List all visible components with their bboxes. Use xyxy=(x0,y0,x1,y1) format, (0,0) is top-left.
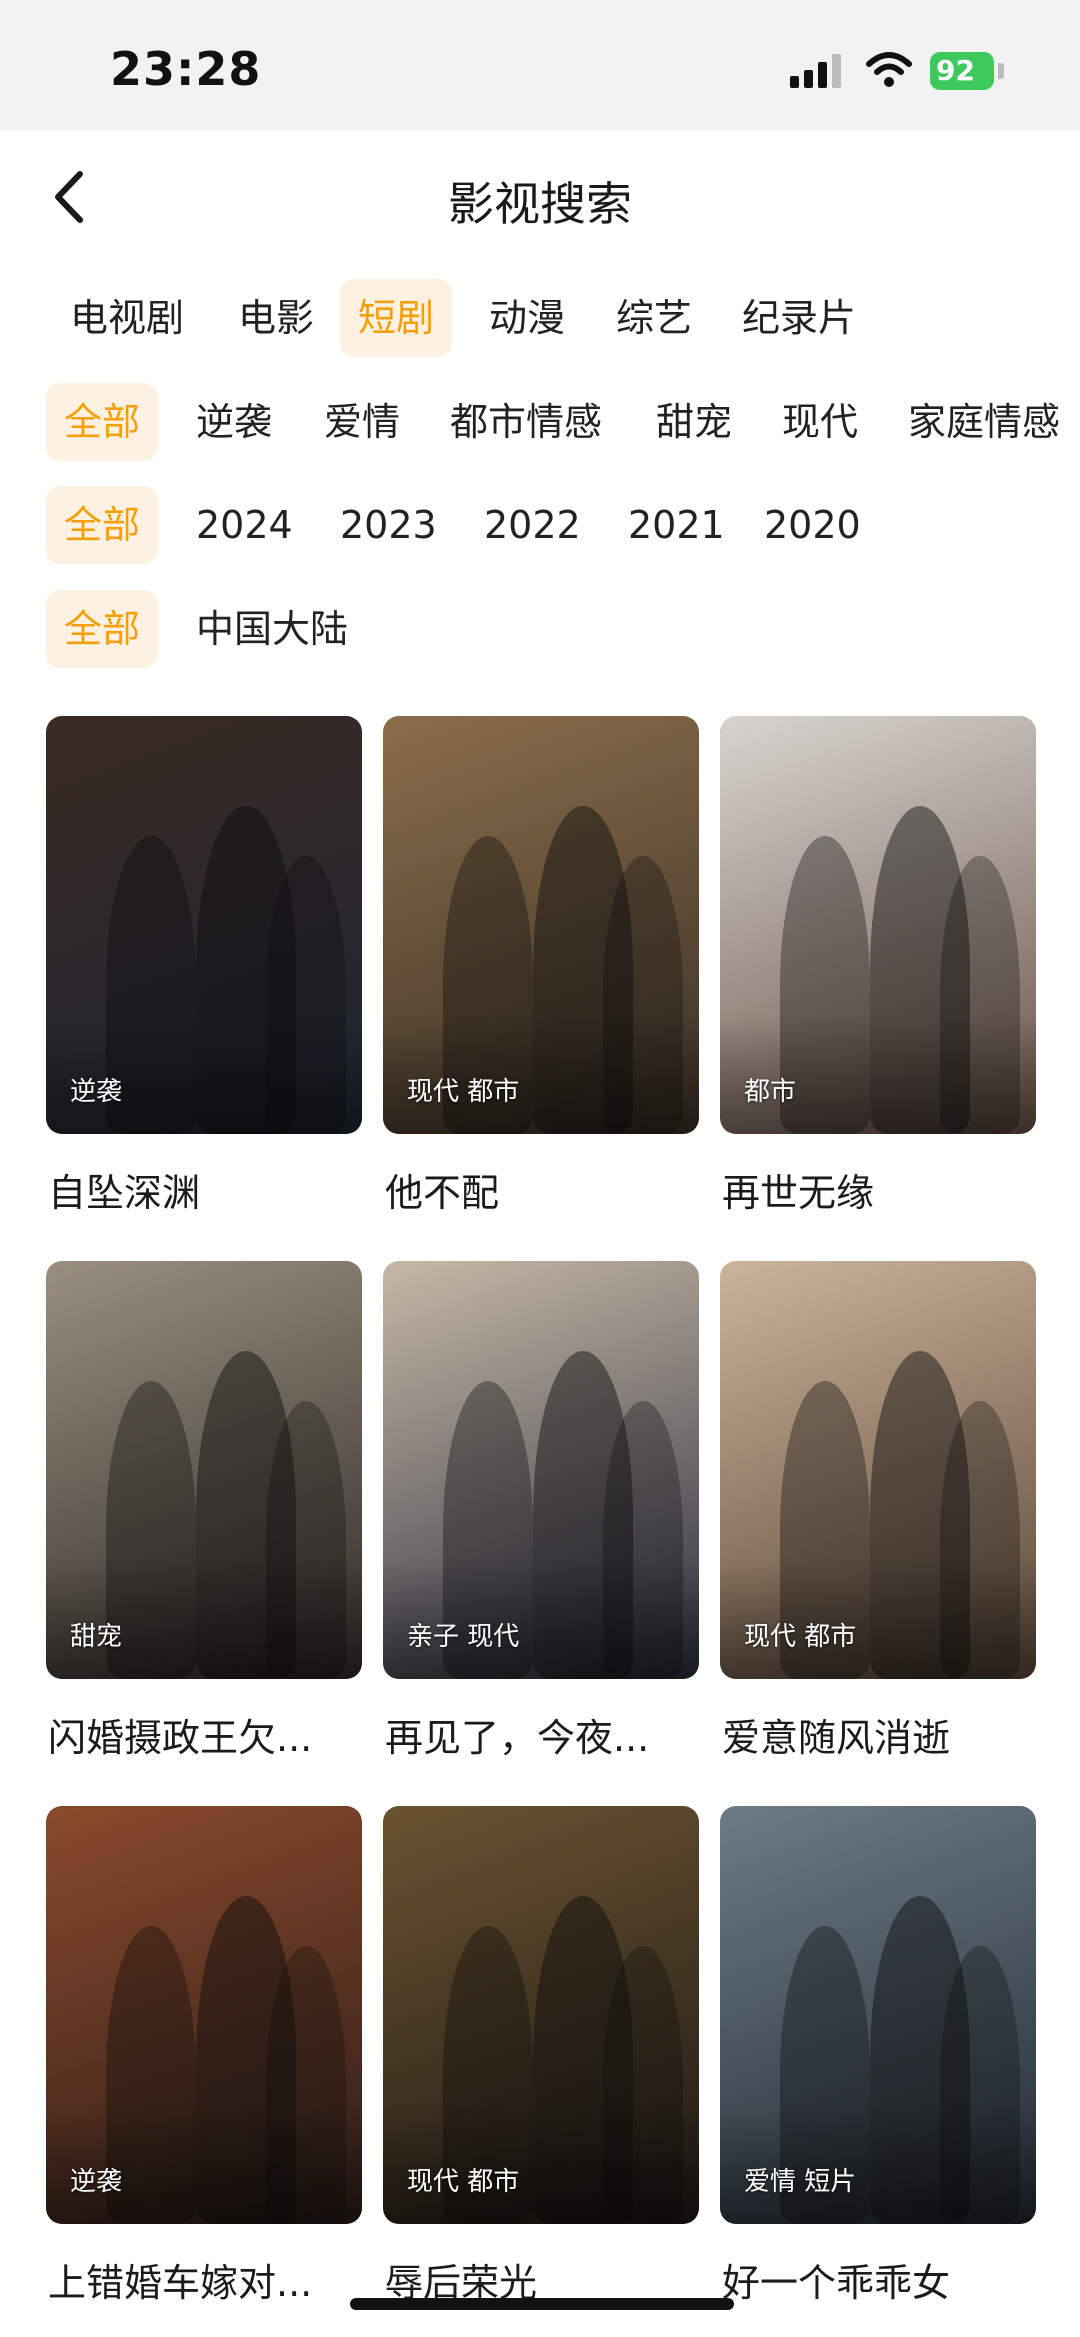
poster-image[interactable]: 都市 xyxy=(720,716,1036,1134)
year-all[interactable]: 全部 xyxy=(46,486,159,564)
genre-tag: 逆袭 xyxy=(70,2167,123,2197)
poster-image[interactable]: 逆袭 xyxy=(46,1806,362,2224)
genre-modern[interactable]: 现代 xyxy=(764,383,876,461)
genre-urban-emotion[interactable]: 都市情感 xyxy=(432,383,620,461)
category-tabs: 电视剧 电影 短剧 动漫 综艺 纪录片 xyxy=(0,279,1080,359)
genre-sweet[interactable]: 甜宠 xyxy=(638,383,750,461)
genre-tag: 现代 都市 xyxy=(744,1622,857,1652)
drama-title[interactable]: 再世无缘 xyxy=(722,1162,874,1217)
battery-indicator: 92 xyxy=(930,52,994,90)
poster-image[interactable]: 爱情 短片 xyxy=(720,1806,1036,2224)
poster-image[interactable]: 逆袭 xyxy=(46,716,362,1134)
tab-tv-series[interactable]: 电视剧 xyxy=(52,279,202,357)
poster-image[interactable]: 现代 都市 xyxy=(720,1261,1036,1679)
tab-movie[interactable]: 电影 xyxy=(220,279,332,357)
genre-tag: 现代 都市 xyxy=(407,1077,520,1107)
year-2024[interactable]: 2024 xyxy=(178,486,311,564)
genre-tag: 现代 都市 xyxy=(407,2167,520,2197)
year-2022[interactable]: 2022 xyxy=(466,486,599,564)
page-title: 影视搜索 xyxy=(448,177,632,231)
genre-comeback[interactable]: 逆袭 xyxy=(178,383,290,461)
year-2023[interactable]: 2023 xyxy=(322,486,455,564)
tab-anime[interactable]: 动漫 xyxy=(471,279,583,357)
genre-tag: 逆袭 xyxy=(70,1077,123,1107)
tab-variety[interactable]: 综艺 xyxy=(598,279,710,357)
genre-romance[interactable]: 爱情 xyxy=(306,383,418,461)
genre-tag: 都市 xyxy=(744,1077,797,1107)
cellular-signal-icon xyxy=(790,54,841,88)
drama-title[interactable]: 爱意随风消逝 xyxy=(722,1707,950,1762)
drama-title[interactable]: 他不配 xyxy=(385,1162,499,1217)
drama-title[interactable]: 上错婚车嫁对... xyxy=(48,2252,312,2307)
genre-tag: 甜宠 xyxy=(70,1622,123,1652)
genre-tag: 爱情 短片 xyxy=(744,2167,857,2197)
region-all[interactable]: 全部 xyxy=(46,590,159,668)
year-filter: 全部 2024 2023 2022 2021 2020 xyxy=(0,486,1080,566)
genre-tag: 亲子 现代 xyxy=(407,1622,520,1652)
tab-documentary[interactable]: 纪录片 xyxy=(724,279,874,357)
nav-header: 影视搜索 xyxy=(0,130,1080,260)
tab-short-drama[interactable]: 短剧 xyxy=(340,279,453,357)
region-mainland-china[interactable]: 中国大陆 xyxy=(178,590,366,668)
region-filter: 全部 中国大陆 xyxy=(0,590,1080,670)
status-time: 23:28 xyxy=(110,42,262,96)
genre-family-emotion[interactable]: 家庭情感 xyxy=(890,383,1078,461)
battery-level: 92 xyxy=(936,54,975,87)
battery-tip xyxy=(998,63,1004,79)
home-indicator xyxy=(350,2298,734,2310)
status-bar: 23:28 92 xyxy=(0,0,1080,130)
poster-image[interactable]: 亲子 现代 xyxy=(383,1261,699,1679)
poster-image[interactable]: 甜宠 xyxy=(46,1261,362,1679)
drama-title[interactable]: 好一个乖乖女 xyxy=(722,2252,950,2307)
poster-image[interactable]: 现代 都市 xyxy=(383,1806,699,2224)
drama-title[interactable]: 再见了，今夜... xyxy=(385,1707,649,1762)
poster-image[interactable]: 现代 都市 xyxy=(383,716,699,1134)
drama-title[interactable]: 自坠深渊 xyxy=(48,1162,200,1217)
drama-title[interactable]: 闪婚摄政王欠... xyxy=(48,1707,312,1762)
year-2021[interactable]: 2021 xyxy=(610,486,743,564)
year-2020[interactable]: 2020 xyxy=(746,486,879,564)
genre-all[interactable]: 全部 xyxy=(46,383,159,461)
wifi-icon xyxy=(866,52,912,87)
genre-filter: 全部 逆袭 爱情 都市情感 甜宠 现代 家庭情感 xyxy=(0,383,1080,463)
